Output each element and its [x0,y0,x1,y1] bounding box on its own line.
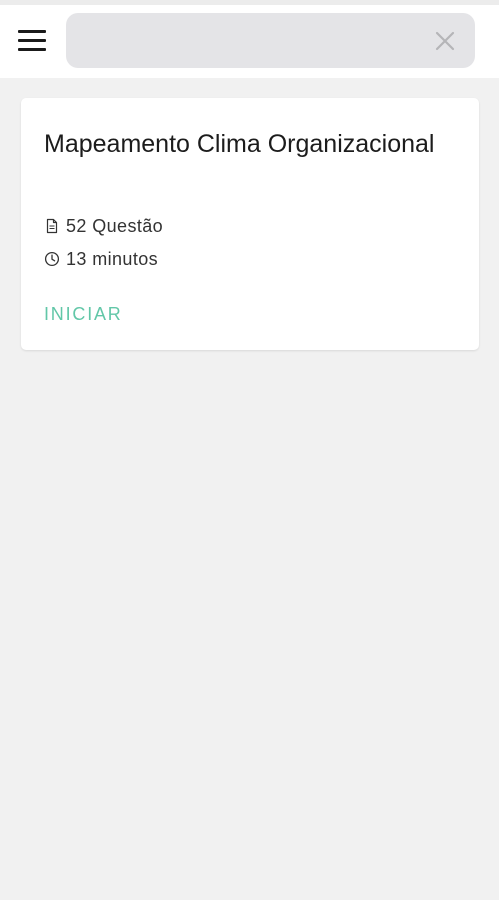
top-app-bar [0,5,499,78]
quiz-card: Mapeamento Clima Organizacional 52 Quest… [21,98,479,350]
quiz-title: Mapeamento Clima Organizacional [44,130,435,158]
start-quiz-button[interactable]: INICIAR [44,301,123,327]
question-count-text: 52 Questão [66,215,164,236]
hamburger-menu-icon-middle-bar [18,39,46,42]
hamburger-menu-icon-bottom-bar [18,48,46,51]
close-icon [435,31,455,51]
search-box[interactable] [66,13,475,68]
question-count: 52 Questão [44,215,163,237]
search-input[interactable] [82,13,422,68]
clock-icon [44,251,60,267]
duration: 13 minutos [44,248,158,270]
hamburger-menu-icon [18,30,46,33]
document-icon [44,218,60,234]
menu-button[interactable] [8,17,56,65]
clear-search-button[interactable] [433,29,457,53]
duration-text: 13 minutos [66,248,159,269]
